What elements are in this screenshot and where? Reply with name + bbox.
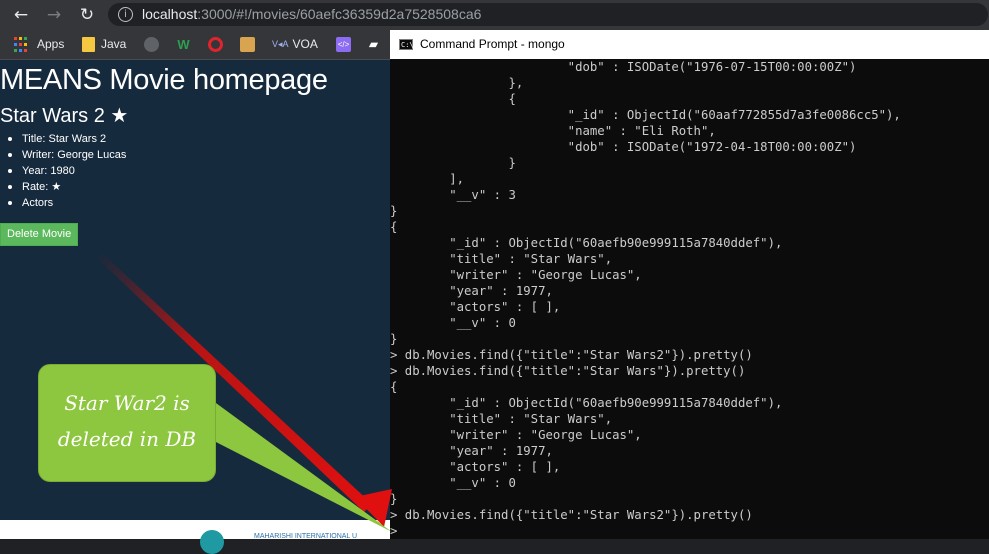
- cmd-title: Command Prompt - mongo: [420, 37, 565, 51]
- url-text[interactable]: localhost:3000/#!/movies/60aefc36359d2a7…: [142, 6, 481, 22]
- voa-icon: V◂A: [272, 39, 289, 50]
- bookmark-code[interactable]: </>: [336, 36, 357, 53]
- bookmark-apps[interactable]: Apps: [14, 36, 64, 53]
- bookmark-opera[interactable]: [208, 36, 229, 53]
- console-line: "writer" : "George Lucas",: [390, 428, 642, 442]
- console-line: > db.Movies.find({"title":"Star Wars2"})…: [390, 348, 753, 362]
- console-line: >: [390, 524, 398, 538]
- detail-year: Year: 1980: [7, 163, 126, 179]
- bookmark-github[interactable]: [144, 36, 165, 53]
- console-line: "actors" : [ ],: [390, 460, 561, 474]
- bookmarks-bar: Apps Java W V◂A VOA </> ▰: [0, 30, 390, 60]
- console-line: }: [390, 492, 398, 506]
- detail-title: Title: Star Wars 2: [7, 131, 126, 147]
- bookmark-label: VOA: [292, 37, 318, 51]
- bookmark-java[interactable]: Java: [82, 36, 126, 53]
- browser-toolbar: ← → ↻ i localhost:3000/#!/movies/60aefc3…: [0, 0, 989, 30]
- console-line: }: [390, 332, 398, 346]
- console-line: },: [390, 76, 524, 90]
- delete-movie-button[interactable]: Delete Movie: [0, 223, 79, 246]
- forward-icon[interactable]: →: [43, 4, 65, 26]
- console-line: {: [390, 92, 516, 106]
- console-line: "title" : "Star Wars",: [390, 252, 613, 266]
- console-line: > db.Movies.find({"title":"Star Wars"}).…: [390, 364, 746, 378]
- bookmark-box[interactable]: [240, 36, 261, 53]
- console-line: }: [390, 156, 516, 170]
- cmd-icon: C:\: [399, 39, 414, 50]
- university-logo: [200, 530, 224, 554]
- url-host: localhost: [142, 6, 198, 22]
- console-line: "_id" : ObjectId("60aefb90e999115a7840dd…: [390, 236, 783, 250]
- console-line: "title" : "Star Wars",: [390, 412, 613, 426]
- bookmark-label: Java: [101, 37, 127, 51]
- bookmark-label: Apps: [37, 37, 65, 51]
- console-line: "_id" : ObjectId("60aaf772855d7a3fe0086c…: [390, 108, 901, 122]
- page-title: MEANS Movie homepage: [0, 64, 328, 96]
- detail-rate: Rate: ★: [7, 179, 126, 195]
- console-line: "writer" : "George Lucas",: [390, 268, 642, 282]
- console-line: "_id" : ObjectId("60aefb90e999115a7840dd…: [390, 396, 783, 410]
- console-line: "dob" : ISODate("1972-04-18T00:00:00Z"): [390, 140, 857, 154]
- address-bar[interactable]: i localhost:3000/#!/movies/60aefc36359d2…: [108, 3, 988, 26]
- bookmark-cap[interactable]: ▰: [366, 36, 387, 53]
- movie-heading: Star Wars 2 ★: [0, 105, 129, 127]
- bookmark-w[interactable]: W: [176, 36, 197, 53]
- console-line: "__v" : 0: [390, 476, 516, 490]
- movie-webpage: MEANS Movie homepage Star Wars 2 ★ Title…: [0, 60, 390, 554]
- console-output[interactable]: "dob" : ISODate("1976-07-15T00:00:00Z") …: [390, 59, 989, 539]
- info-icon[interactable]: i: [118, 7, 133, 22]
- back-icon[interactable]: ←: [10, 4, 32, 26]
- command-prompt-window: C:\ Command Prompt - mongo "dob" : ISODa…: [390, 30, 989, 539]
- folder-icon: [82, 37, 95, 53]
- console-line: }: [390, 204, 398, 218]
- reload-icon[interactable]: ↻: [76, 4, 98, 26]
- console-line: "actors" : [ ],: [390, 300, 561, 314]
- console-line: "year" : 1977,: [390, 444, 553, 458]
- console-line: {: [390, 380, 398, 394]
- graduation-cap-icon: ▰: [368, 37, 379, 52]
- detail-actors: Actors: [7, 195, 126, 211]
- console-line: ],: [390, 172, 465, 186]
- code-icon: </>: [336, 37, 351, 53]
- box-icon: [240, 37, 255, 53]
- github-icon: [144, 37, 159, 53]
- bookmark-voa[interactable]: V◂A VOA: [272, 36, 318, 53]
- opera-icon: [208, 37, 223, 53]
- console-line: {: [390, 220, 398, 234]
- console-line: "__v" : 0: [390, 316, 516, 330]
- page-footer: MAHARISHI INTERNATIONAL U: [0, 520, 390, 554]
- console-line: "dob" : ISODate("1976-07-15T00:00:00Z"): [390, 60, 857, 74]
- console-line: "__v" : 3: [390, 188, 516, 202]
- console-line: "name" : "Eli Roth",: [390, 124, 716, 138]
- movie-details-list: Title: Star Wars 2 Writer: George Lucas …: [7, 131, 127, 211]
- console-line: > db.Movies.find({"title":"Star Wars2"})…: [390, 508, 753, 522]
- console-line: "year" : 1977,: [390, 284, 553, 298]
- w-icon: W: [177, 37, 190, 53]
- url-path: :3000/#!/movies/60aefc36359d2a7528508ca6: [197, 6, 482, 22]
- detail-writer: Writer: George Lucas: [7, 149, 127, 161]
- cmd-titlebar[interactable]: C:\ Command Prompt - mongo: [390, 30, 989, 59]
- apps-grid-icon: [14, 37, 29, 52]
